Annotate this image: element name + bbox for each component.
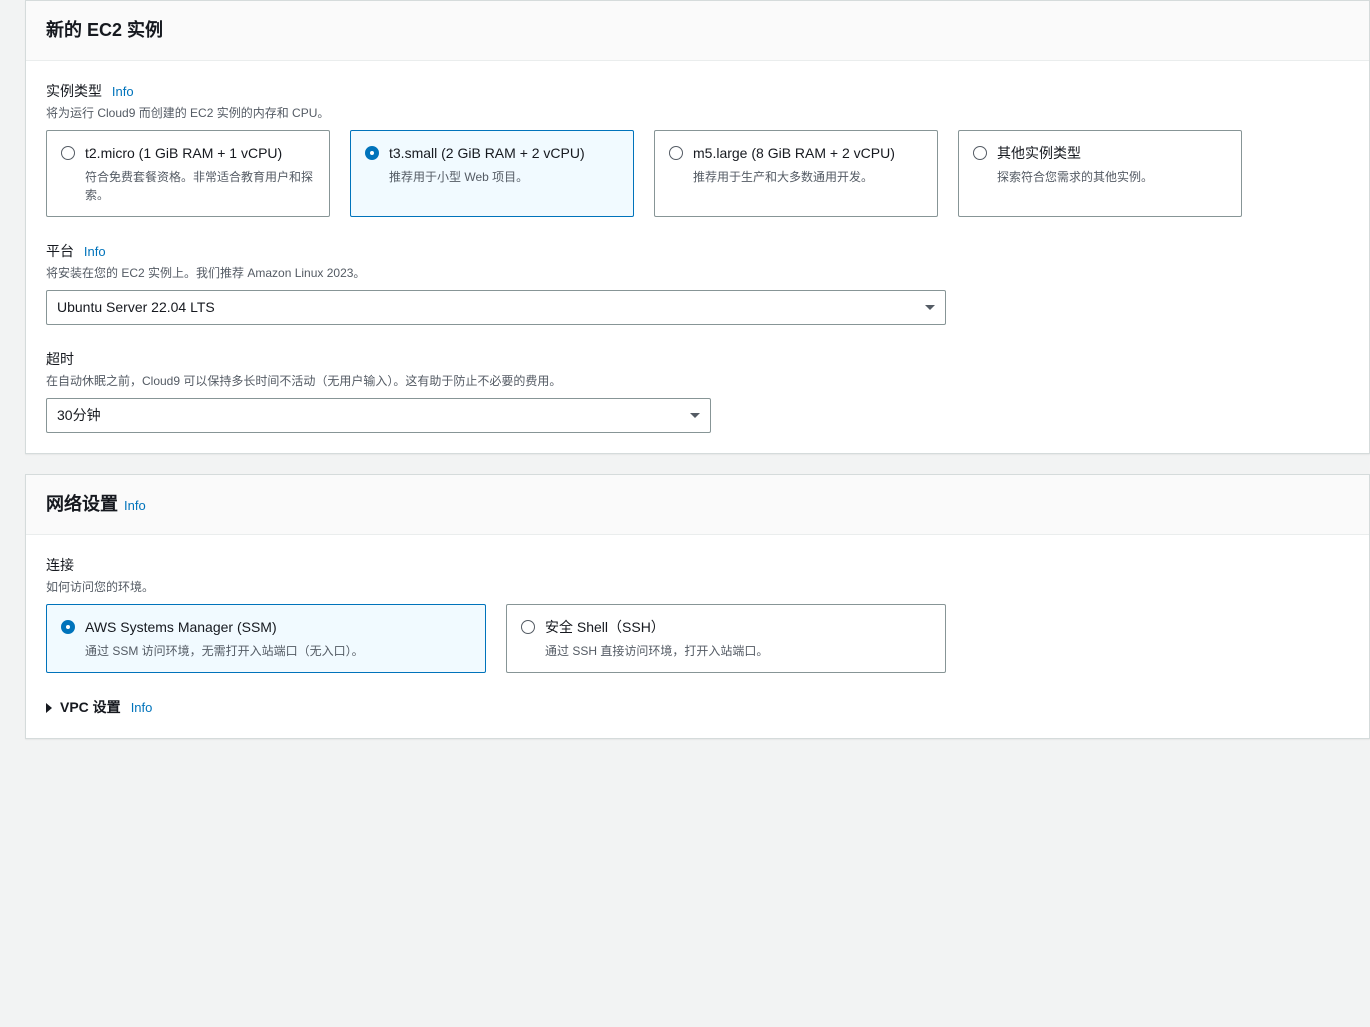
connection-label: 连接 bbox=[46, 555, 1349, 576]
tile-desc: 探索符合您需求的其他实例。 bbox=[997, 168, 1227, 186]
tile-title: m5.large (8 GiB RAM + 2 vCPU) bbox=[693, 143, 923, 164]
radio-icon bbox=[61, 146, 75, 160]
vpc-settings-expander[interactable]: VPC 设置 Info bbox=[46, 697, 1349, 718]
instance-tile-t2-micro[interactable]: t2.micro (1 GiB RAM + 1 vCPU) 符合免费套餐资格。非… bbox=[46, 130, 330, 217]
tile-title: t2.micro (1 GiB RAM + 1 vCPU) bbox=[85, 143, 315, 164]
connection-tile-ssh[interactable]: 安全 Shell（SSH） 通过 SSH 直接访问环境，打开入站端口。 bbox=[506, 604, 946, 673]
section-label: 平台 Info bbox=[46, 241, 1349, 262]
instance-type-section: 实例类型 Info 将为运行 Cloud9 而创建的 EC2 实例的内存和 CP… bbox=[46, 81, 1349, 217]
radio-icon bbox=[669, 146, 683, 160]
radio-icon bbox=[61, 620, 75, 634]
platform-label: 平台 bbox=[46, 243, 74, 259]
vpc-label: VPC 设置 bbox=[60, 697, 121, 718]
platform-section: 平台 Info 将安装在您的 EC2 实例上。我们推荐 Amazon Linux… bbox=[46, 241, 1349, 325]
tile-desc: 通过 SSM 访问环境，无需打开入站端口（无入口）。 bbox=[85, 642, 471, 660]
tile-desc: 通过 SSH 直接访问环境，打开入站端口。 bbox=[545, 642, 931, 660]
radio-icon bbox=[973, 146, 987, 160]
instance-type-label: 实例类型 bbox=[46, 83, 102, 99]
info-link[interactable]: Info bbox=[84, 244, 106, 259]
ec2-instance-panel: 新的 EC2 实例 实例类型 Info 将为运行 Cloud9 而创建的 EC2… bbox=[25, 0, 1370, 454]
timeout-section: 超时 在自动休眠之前，Cloud9 可以保持多长时间不活动（无用户输入）。这有助… bbox=[46, 349, 1349, 433]
tile-desc: 推荐用于生产和大多数通用开发。 bbox=[693, 168, 923, 186]
panel-title: 网络设置 bbox=[46, 491, 118, 518]
connection-desc: 如何访问您的环境。 bbox=[46, 578, 1349, 596]
panel-header: 新的 EC2 实例 bbox=[26, 1, 1369, 61]
tile-title: 其他实例类型 bbox=[997, 143, 1227, 164]
section-label: 实例类型 Info bbox=[46, 81, 1349, 102]
tile-desc: 推荐用于小型 Web 项目。 bbox=[389, 168, 619, 186]
info-link[interactable]: Info bbox=[112, 84, 134, 99]
instance-tile-t3-small[interactable]: t3.small (2 GiB RAM + 2 vCPU) 推荐用于小型 Web… bbox=[350, 130, 634, 217]
instance-tile-other[interactable]: 其他实例类型 探索符合您需求的其他实例。 bbox=[958, 130, 1242, 217]
instance-type-desc: 将为运行 Cloud9 而创建的 EC2 实例的内存和 CPU。 bbox=[46, 104, 1349, 122]
info-link[interactable]: Info bbox=[124, 496, 146, 516]
connection-section: 连接 如何访问您的环境。 AWS Systems Manager (SSM) 通… bbox=[46, 555, 1349, 673]
platform-value: Ubuntu Server 22.04 LTS bbox=[57, 297, 215, 318]
panel-title: 新的 EC2 实例 bbox=[46, 17, 1349, 44]
timeout-select[interactable]: 30分钟 bbox=[46, 398, 711, 433]
info-link[interactable]: Info bbox=[131, 698, 153, 718]
tile-title: t3.small (2 GiB RAM + 2 vCPU) bbox=[389, 143, 619, 164]
timeout-desc: 在自动休眠之前，Cloud9 可以保持多长时间不活动（无用户输入）。这有助于防止… bbox=[46, 372, 1349, 390]
chevron-down-icon bbox=[690, 413, 700, 418]
chevron-down-icon bbox=[925, 305, 935, 310]
connection-tile-ssm[interactable]: AWS Systems Manager (SSM) 通过 SSM 访问环境，无需… bbox=[46, 604, 486, 673]
platform-desc: 将安装在您的 EC2 实例上。我们推荐 Amazon Linux 2023。 bbox=[46, 264, 1349, 282]
tile-desc: 符合免费套餐资格。非常适合教育用户和探索。 bbox=[85, 168, 315, 204]
network-settings-panel: 网络设置 Info 连接 如何访问您的环境。 AWS Systems Manag… bbox=[25, 474, 1370, 739]
tile-title: AWS Systems Manager (SSM) bbox=[85, 617, 471, 638]
tile-title: 安全 Shell（SSH） bbox=[545, 617, 931, 638]
instance-tile-m5-large[interactable]: m5.large (8 GiB RAM + 2 vCPU) 推荐用于生产和大多数… bbox=[654, 130, 938, 217]
timeout-value: 30分钟 bbox=[57, 405, 101, 426]
radio-icon bbox=[521, 620, 535, 634]
panel-header: 网络设置 Info bbox=[26, 475, 1369, 535]
timeout-label: 超时 bbox=[46, 349, 1349, 370]
radio-icon bbox=[365, 146, 379, 160]
platform-select[interactable]: Ubuntu Server 22.04 LTS bbox=[46, 290, 946, 325]
triangle-right-icon bbox=[46, 703, 52, 713]
